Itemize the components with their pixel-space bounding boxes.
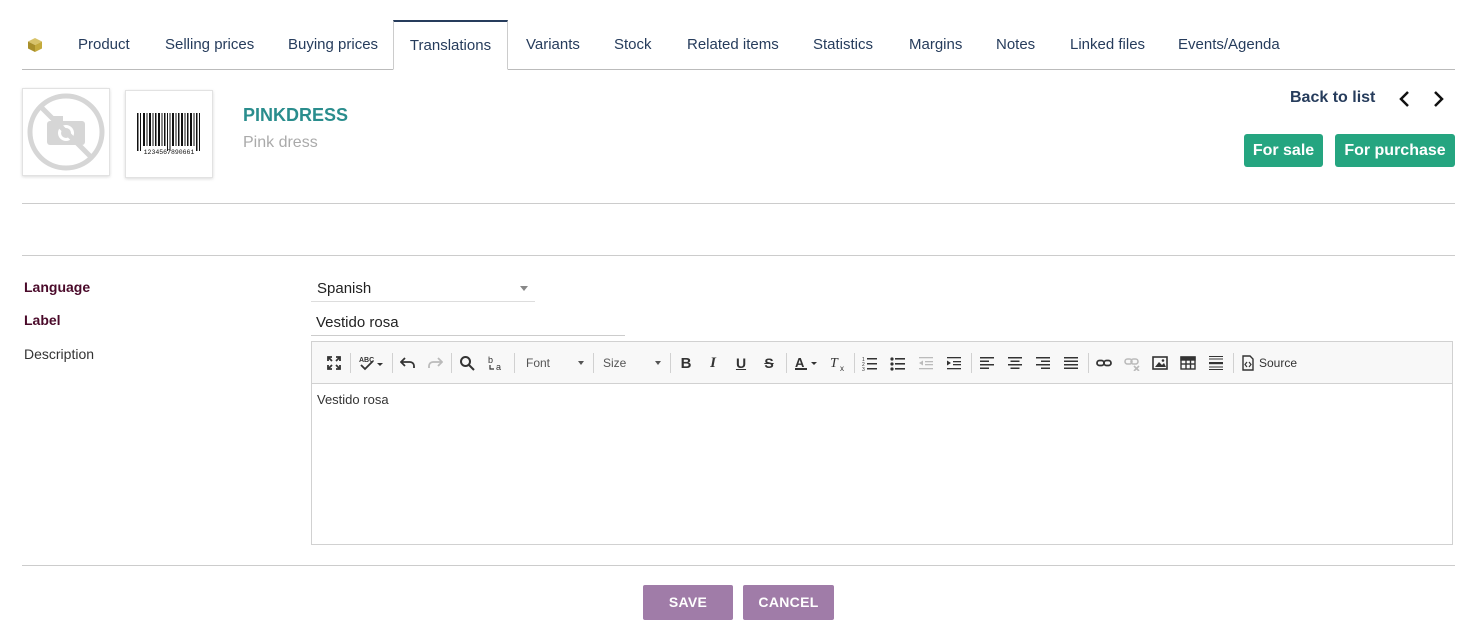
svg-text:A: A: [795, 355, 805, 370]
editor-toolbar: ABC ba Font Size B I U S A T x 1 2 3 Sou…: [312, 342, 1452, 384]
size-combo[interactable]: Size: [603, 353, 661, 373]
tab-events-agenda[interactable]: Events/Agenda: [1178, 20, 1280, 70]
remove-format-icon[interactable]: Tx: [829, 353, 847, 373]
divider: [22, 255, 1455, 256]
italic-icon[interactable]: I: [705, 353, 721, 373]
bulleted-list-icon[interactable]: [890, 353, 906, 373]
numbered-list-icon[interactable]: 123: [862, 353, 878, 373]
tab-stock[interactable]: Stock: [614, 20, 652, 70]
tab-buying-prices[interactable]: Buying prices: [288, 20, 378, 70]
source-icon: [1242, 355, 1254, 371]
tab-selling-prices[interactable]: Selling prices: [165, 20, 254, 70]
tab-variants[interactable]: Variants: [526, 20, 580, 70]
tab-product[interactable]: Product: [78, 20, 130, 70]
editor-content[interactable]: Vestido rosa: [317, 392, 389, 407]
label-field-label: Label: [24, 312, 61, 328]
back-to-list-link[interactable]: Back to list: [1290, 89, 1375, 107]
product-ref: PINKDRESS: [243, 105, 349, 125]
horizontal-line-icon[interactable]: [1208, 353, 1224, 373]
spellcheck-icon[interactable]: ABC: [357, 353, 385, 373]
align-left-icon[interactable]: [979, 353, 995, 373]
product-photo-placeholder[interactable]: [22, 88, 110, 176]
strikethrough-icon[interactable]: S: [761, 353, 777, 373]
justify-icon[interactable]: [1063, 353, 1079, 373]
size-combo-label: Size: [603, 356, 627, 370]
toolbar-separator: [350, 353, 351, 373]
tab-bar: Product Selling prices Buying prices Tra…: [22, 20, 1455, 70]
toolbar-separator: [593, 353, 594, 373]
tab-margins[interactable]: Margins: [909, 20, 962, 70]
tab-statistics[interactable]: Statistics: [813, 20, 873, 70]
decrease-indent-icon[interactable]: [918, 353, 934, 373]
tab-notes[interactable]: Notes: [996, 20, 1035, 70]
font-combo-label: Font: [526, 356, 551, 370]
save-button[interactable]: SAVE: [643, 585, 733, 620]
increase-indent-icon[interactable]: [946, 353, 962, 373]
font-combo[interactable]: Font: [526, 353, 584, 373]
product-label: Pink dress: [243, 134, 318, 151]
dropdown-caret-icon: [520, 286, 528, 291]
text-color-icon[interactable]: A: [793, 353, 821, 373]
product-cube-icon: [27, 37, 43, 53]
toolbar-separator: [670, 353, 671, 373]
toolbar-separator: [971, 353, 972, 373]
cancel-button[interactable]: CANCEL: [743, 585, 834, 620]
next-record-icon[interactable]: [1430, 90, 1446, 108]
language-selected-value: Spanish: [317, 280, 372, 297]
svg-text:x: x: [840, 364, 844, 371]
description-editor[interactable]: ABC ba Font Size B I U S A T x 1 2 3 Sou…: [311, 341, 1453, 545]
toolbar-separator: [451, 353, 452, 373]
tab-linked-files[interactable]: Linked files: [1070, 20, 1145, 70]
source-label: Source: [1259, 356, 1298, 370]
divider: [22, 203, 1455, 204]
description-label: Description: [24, 346, 95, 362]
undo-icon[interactable]: [399, 353, 417, 373]
source-button[interactable]: Source: [1241, 353, 1303, 373]
align-right-icon[interactable]: [1035, 353, 1051, 373]
dropdown-caret-icon: [578, 361, 584, 365]
dropdown-caret-icon: [655, 361, 661, 365]
toolbar-separator: [1233, 353, 1234, 373]
toolbar-separator: [786, 353, 787, 373]
tab-translations[interactable]: Translations: [393, 20, 508, 70]
replace-icon[interactable]: ba: [486, 353, 506, 373]
previous-record-icon[interactable]: [1397, 90, 1413, 108]
redo-icon[interactable]: [426, 353, 444, 373]
toolbar-separator: [392, 353, 393, 373]
bold-icon[interactable]: B: [678, 353, 694, 373]
svg-text:3: 3: [862, 367, 865, 371]
align-center-icon[interactable]: [1007, 353, 1023, 373]
svg-text:b: b: [488, 355, 493, 365]
label-input[interactable]: [311, 309, 625, 336]
svg-text:a: a: [496, 362, 501, 371]
toolbar-separator: [1088, 353, 1089, 373]
table-icon[interactable]: [1180, 353, 1196, 373]
barcode-image[interactable]: 1234567890661: [125, 90, 213, 178]
divider: [22, 565, 1455, 566]
barcode-icon: 1234567890661: [137, 113, 200, 156]
find-icon[interactable]: [458, 353, 476, 373]
toolbar-separator: [514, 353, 515, 373]
toolbar-separator: [854, 353, 855, 373]
svg-text:1234567890661: 1234567890661: [144, 149, 195, 156]
link-icon[interactable]: [1096, 353, 1112, 373]
for-purchase-badge[interactable]: For purchase: [1335, 134, 1455, 167]
underline-icon[interactable]: U: [733, 353, 749, 373]
maximize-icon[interactable]: [325, 353, 343, 373]
tab-related-items[interactable]: Related items: [687, 20, 779, 70]
language-select[interactable]: Spanish: [311, 275, 535, 302]
no-photo-icon: [27, 93, 105, 171]
for-sale-badge[interactable]: For sale: [1244, 134, 1323, 167]
image-icon[interactable]: [1152, 353, 1168, 373]
unlink-icon[interactable]: [1124, 353, 1140, 373]
language-label: Language: [24, 279, 91, 295]
svg-text:T: T: [830, 356, 839, 371]
